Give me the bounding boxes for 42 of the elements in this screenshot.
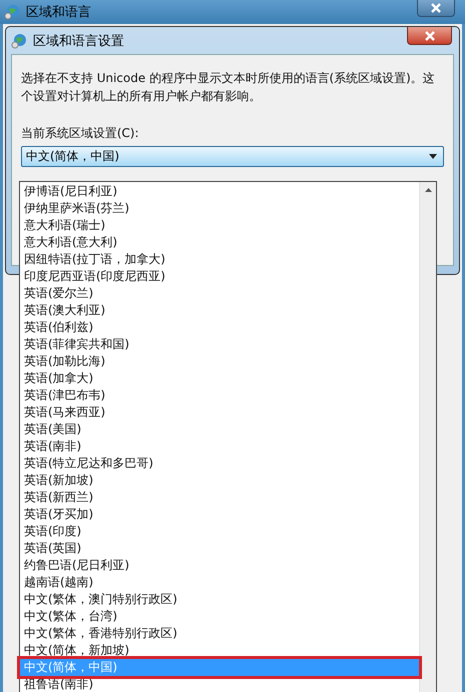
list-item[interactable]: 英语(新加坡) xyxy=(20,472,419,489)
list-item[interactable]: 约鲁巴语(尼日利亚) xyxy=(20,557,419,574)
dropdown-arrow-icon xyxy=(429,154,437,159)
list-item[interactable]: 伊纳里萨米语(芬兰) xyxy=(20,200,419,217)
list-item[interactable]: 意大利语(瑞士) xyxy=(20,217,419,234)
list-item[interactable]: 英语(特立尼达和多巴哥) xyxy=(20,455,419,472)
list-item[interactable]: 英语(南非) xyxy=(20,438,419,455)
close-button[interactable] xyxy=(417,0,455,17)
list-item[interactable]: 英语(爱尔兰) xyxy=(20,285,419,302)
list-item[interactable]: 伊博语(尼日利亚) xyxy=(20,183,419,200)
locale-dropdown[interactable]: 中文(简体，中国) xyxy=(21,146,444,167)
list-item[interactable]: 英语(英国) xyxy=(20,540,419,557)
list-item[interactable]: 英语(菲律宾共和国) xyxy=(20,336,419,353)
list-item[interactable]: 英语(伯利兹) xyxy=(20,319,419,336)
locale-label: 当前系统区域设置(C): xyxy=(21,125,140,142)
list-item[interactable]: 中文(繁体，澳门特别行政区) xyxy=(20,591,419,608)
scrollbar[interactable] xyxy=(419,182,436,692)
description-text: 选择在不支持 Unicode 的程序中显示文本时所使用的语言(系统区域设置)。这个设置对计算机上的所有用户帐户都有影响。 xyxy=(21,70,436,105)
list-item[interactable]: 英语(马来西亚) xyxy=(20,404,419,421)
list-item[interactable]: 意大利语(意大利) xyxy=(20,234,419,251)
close-icon xyxy=(431,3,441,13)
list-item[interactable]: 英语(津巴布韦) xyxy=(20,387,419,404)
list-item[interactable]: 因纽特语(拉丁语，加拿大) xyxy=(20,251,419,268)
dialog-title: 区域和语言设置 xyxy=(33,32,124,50)
list-item[interactable]: 英语(加拿大) xyxy=(20,370,419,387)
list-item[interactable]: 英语(印度) xyxy=(20,523,419,540)
list-item[interactable]: 英语(新西兰) xyxy=(20,489,419,506)
list-item[interactable]: 英语(牙买加) xyxy=(20,506,419,523)
globe-icon xyxy=(11,32,27,48)
close-icon xyxy=(424,30,434,40)
globe-icon xyxy=(4,4,20,20)
list-item[interactable]: 英语(美国) xyxy=(20,421,419,438)
list-item[interactable]: 中文(简体，新加坡) xyxy=(20,642,419,659)
list-item[interactable]: 英语(澳大利亚) xyxy=(20,302,419,319)
close-button[interactable] xyxy=(407,27,452,45)
list-item[interactable]: 印度尼西亚语(印度尼西亚) xyxy=(20,268,419,285)
window-title: 区域和语言 xyxy=(26,4,91,21)
list-item[interactable]: 中文(繁体，香港特别行政区) xyxy=(20,625,419,642)
scroll-up-icon[interactable] xyxy=(424,188,432,192)
list-item[interactable]: 越南语(越南) xyxy=(20,574,419,591)
list-item[interactable]: 英语(加勒比海) xyxy=(20,353,419,370)
list-item[interactable]: 中文(繁体，台湾) xyxy=(20,608,419,625)
